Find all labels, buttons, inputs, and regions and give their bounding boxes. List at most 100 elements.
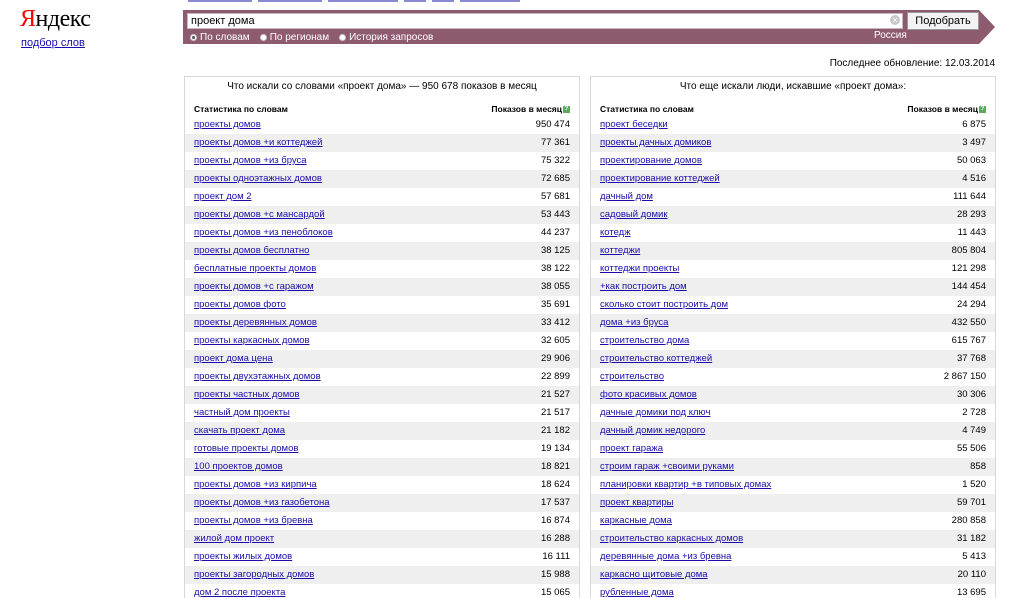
keyword-link[interactable]: проект дома цена xyxy=(194,350,273,368)
keyword-link[interactable]: планировки квартир +в типовых домах xyxy=(600,476,771,494)
search-button[interactable]: Подобрать xyxy=(907,12,979,30)
keyword-link[interactable]: проекты деревянных домов xyxy=(194,314,317,332)
keyword-link[interactable]: садовый домик xyxy=(600,206,668,224)
keyword-link[interactable]: проекты одноэтажных домов xyxy=(194,170,322,188)
table-row: 100 проектов домов 18 821 xyxy=(185,458,579,476)
column-count: Показов в месяц? xyxy=(907,104,986,114)
keyword-link[interactable]: готовые проекты домов xyxy=(194,440,298,458)
keyword-link[interactable]: скачать проект дома xyxy=(194,422,285,440)
radio-icon[interactable] xyxy=(190,33,197,41)
keyword-link[interactable]: строительство дома xyxy=(600,332,689,350)
keyword-link[interactable]: сколько стоит построить дом xyxy=(600,296,728,314)
search-mode-selector: По словам По регионам История запросов xyxy=(190,31,433,43)
impressions-count: 11 443 xyxy=(957,227,986,238)
word-list: проект беседки 6 875 проекты дачных домико… xyxy=(591,116,995,598)
keyword-link[interactable]: проекты домов +из кирпича xyxy=(194,476,317,494)
keyword-link[interactable]: каркасные дома xyxy=(600,512,672,530)
mode-history[interactable]: История запросов xyxy=(339,31,433,43)
keyword-link[interactable]: строительство xyxy=(600,368,664,386)
mode-by-regions[interactable]: По регионам xyxy=(259,31,329,43)
keyword-link[interactable]: фото красивых домов xyxy=(600,386,697,404)
region-selector[interactable]: Россия xyxy=(874,30,907,41)
table-row: проекты домов +из кирпича 18 624 xyxy=(185,476,579,494)
table-row: садовый домик 28 293 xyxy=(591,206,995,224)
table-row: каркасные дома 280 858 xyxy=(591,512,995,530)
keyword-link[interactable]: проекты домов +из газобетона xyxy=(194,494,330,512)
search-input[interactable] xyxy=(187,13,903,29)
keyword-link[interactable]: дачные домики под ключ xyxy=(600,404,710,422)
column-header: Статистика по словам Показов в месяц? xyxy=(185,102,579,116)
keyword-link[interactable]: проекты частных домов xyxy=(194,386,300,404)
impressions-count: 59 701 xyxy=(956,497,986,508)
keyword-link[interactable]: проект дом 2 xyxy=(194,188,252,206)
keyword-link[interactable]: коттеджи xyxy=(600,242,640,260)
impressions-count: 432 550 xyxy=(951,317,986,328)
table-row: жилой дом проект 16 288 xyxy=(185,530,579,548)
help-icon[interactable]: ? xyxy=(563,106,570,114)
keyword-link[interactable]: дачный домик недорого xyxy=(600,422,705,440)
keyword-link[interactable]: проекты домов фото xyxy=(194,296,286,314)
impressions-count: 28 293 xyxy=(956,209,986,220)
keyword-link[interactable]: проекты каркасных домов xyxy=(194,332,310,350)
keyword-link[interactable]: 100 проектов домов xyxy=(194,458,283,476)
impressions-count: 6 875 xyxy=(962,119,986,130)
keyword-link[interactable]: котедж xyxy=(600,224,631,242)
yandex-logo[interactable]: Яндекс xyxy=(20,6,91,33)
keyword-link[interactable]: проекты домов +с гаражом xyxy=(194,278,314,296)
keyword-link[interactable]: проект квартиры xyxy=(600,494,673,512)
keyword-link[interactable]: проекты домов +с мансардой xyxy=(194,206,325,224)
impressions-count: 16 874 xyxy=(540,515,570,526)
keyword-link[interactable]: проекты домов +из бревна xyxy=(194,512,313,530)
keyword-link[interactable]: дом 2 после проекта xyxy=(194,584,285,598)
mode-by-words[interactable]: По словам xyxy=(190,31,250,43)
table-row: проекты домов +из пеноблоков 44 237 xyxy=(185,224,579,242)
impressions-count: 21 182 xyxy=(540,425,570,436)
keyword-link[interactable]: бесплатные проекты домов xyxy=(194,260,316,278)
keyword-link[interactable]: проект гаража xyxy=(600,440,663,458)
clear-icon[interactable]: × xyxy=(890,15,900,25)
keyword-link[interactable]: проекты домов +и коттеджей xyxy=(194,134,322,152)
keyword-link[interactable]: рубленные дома xyxy=(600,584,674,598)
table-row: проекты дачных домиков 3 497 xyxy=(591,134,995,152)
keyword-link[interactable]: строительство коттеджей xyxy=(600,350,712,368)
table-row: строим гараж +своими руками 858 xyxy=(591,458,995,476)
keyword-link[interactable]: проекты домов бесплатно xyxy=(194,242,309,260)
keyword-link[interactable]: проектирование коттеджей xyxy=(600,170,720,188)
keyword-link[interactable]: коттеджи проекты xyxy=(600,260,679,278)
impressions-count: 37 768 xyxy=(956,353,986,364)
keyword-link[interactable]: проекты домов +из пеноблоков xyxy=(194,224,333,242)
keyword-link[interactable]: строительство каркасных домов xyxy=(600,530,743,548)
keyword-link[interactable]: проекты загородных домов xyxy=(194,566,314,584)
table-row: строительство каркасных домов 31 182 xyxy=(591,530,995,548)
keyword-link[interactable]: проектирование домов xyxy=(600,152,702,170)
keyword-link[interactable]: частный дом проекты xyxy=(194,404,290,422)
table-row: проект дом 2 57 681 xyxy=(185,188,579,206)
keyword-link[interactable]: дачный дом xyxy=(600,188,653,206)
radio-icon[interactable] xyxy=(339,33,347,41)
keyword-link[interactable]: проекты двухэтажных домов xyxy=(194,368,321,386)
keyword-link[interactable]: каркасно щитовые дома xyxy=(600,566,708,584)
table-row: проект беседки 6 875 xyxy=(591,116,995,134)
impressions-count: 57 681 xyxy=(540,191,570,202)
impressions-count: 121 298 xyxy=(951,263,986,274)
help-icon[interactable]: ? xyxy=(979,106,986,114)
radio-icon[interactable] xyxy=(259,33,267,41)
keyword-link[interactable]: проекты дачных домиков xyxy=(600,134,711,152)
last-updated: Последнее обновление: 12.03.2014 xyxy=(829,58,995,69)
related-words-panel: Что искали со словами «проект дома» — 95… xyxy=(184,76,580,598)
keyword-link[interactable]: проекты жилых домов xyxy=(194,548,292,566)
keyword-link[interactable]: +как построить дом xyxy=(600,278,687,296)
keyword-link[interactable]: дома +из бруса xyxy=(600,314,668,332)
keyword-link[interactable]: строим гараж +своими руками xyxy=(600,458,734,476)
impressions-count: 22 899 xyxy=(540,371,570,382)
keyword-link[interactable]: проект беседки xyxy=(600,116,668,134)
wordstat-link[interactable]: подбор слов xyxy=(21,37,85,49)
keyword-link[interactable]: деревянные дома +из бревна xyxy=(600,548,731,566)
table-row: частный дом проекты 21 517 xyxy=(185,404,579,422)
impressions-count: 2 867 150 xyxy=(943,371,986,382)
keyword-link[interactable]: жилой дом проект xyxy=(194,530,274,548)
impressions-count: 31 182 xyxy=(956,533,986,544)
keyword-link[interactable]: проекты домов +из бруса xyxy=(194,152,307,170)
impressions-count: 55 506 xyxy=(956,443,986,454)
keyword-link[interactable]: проекты домов xyxy=(194,116,261,134)
